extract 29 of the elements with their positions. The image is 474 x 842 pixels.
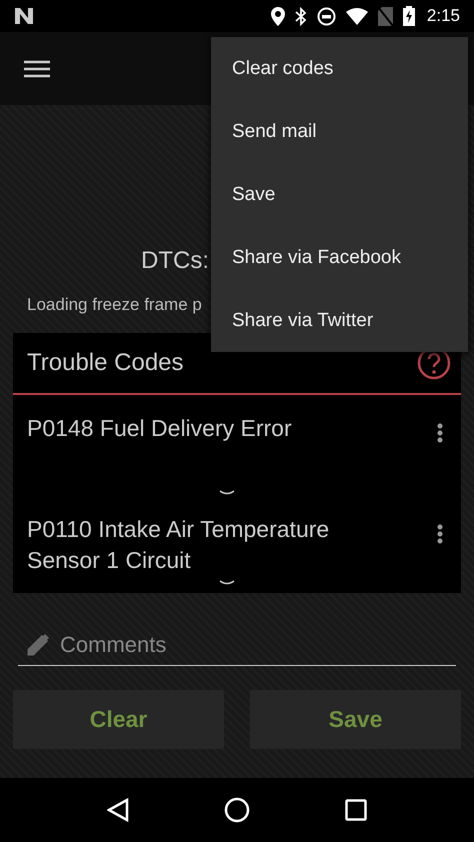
menu-item[interactable]: Save (211, 163, 468, 226)
dtc-title: DTCs: (141, 247, 209, 276)
pencil-icon (26, 633, 50, 657)
trouble-code-text: P0148 Fuel Delivery Error (27, 414, 293, 443)
battery-charging-icon (402, 6, 415, 26)
clock-time: 2:15 (426, 6, 460, 26)
location-icon (270, 6, 285, 26)
back-button[interactable] (107, 798, 130, 822)
expand-icon[interactable] (219, 580, 235, 586)
home-button[interactable] (224, 797, 250, 823)
wifi-icon (346, 8, 368, 24)
expand-icon[interactable] (219, 490, 235, 496)
trouble-code-text: P0110 Intake Air Temperature Sensor 1 Circuit (27, 515, 330, 575)
comments-field[interactable]: Comments (58, 631, 456, 659)
notification-icon (14, 7, 34, 25)
clear-button[interactable]: Clear (13, 690, 224, 749)
no-sim-icon (378, 6, 393, 26)
menu-item[interactable]: Send mail (211, 100, 468, 163)
more-options-button[interactable] (437, 524, 443, 544)
menu-button[interactable] (24, 60, 50, 78)
save-button[interactable]: Save (250, 690, 461, 749)
menu-item[interactable]: Share via Facebook (211, 226, 468, 289)
do-not-disturb-icon (316, 6, 336, 26)
more-options-button[interactable] (437, 423, 443, 443)
loading-text: Loading freeze frame p (27, 295, 203, 316)
card-title: Trouble Codes (27, 349, 184, 377)
recents-button[interactable] (344, 799, 367, 821)
bluetooth-icon (294, 6, 307, 26)
menu-item[interactable]: Share via Twitter (211, 289, 468, 352)
